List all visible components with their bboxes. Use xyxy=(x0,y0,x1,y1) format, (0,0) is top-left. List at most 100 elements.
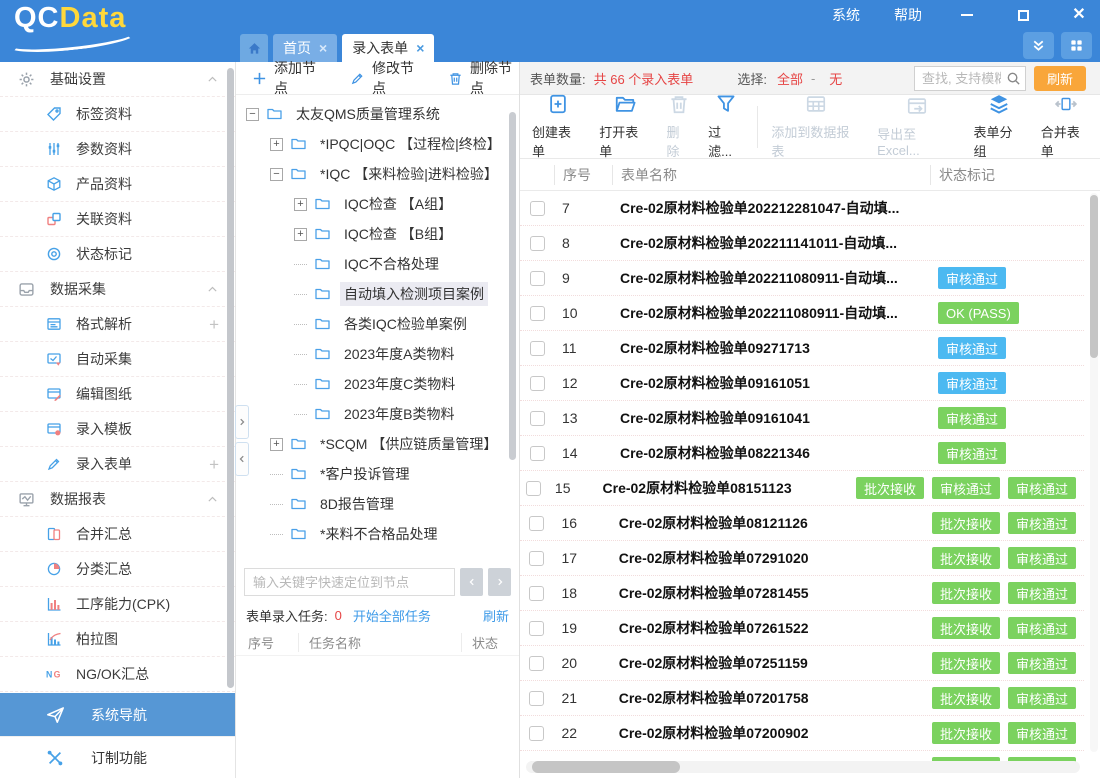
sidebar-item-system-nav[interactable]: 系统导航 xyxy=(0,693,235,736)
collapse-panels-button[interactable] xyxy=(1023,32,1054,59)
collapse-panel-handle[interactable] xyxy=(235,442,249,476)
table-row[interactable]: 13 Cre-02原材料检验单09161041 审核通过 xyxy=(520,401,1084,436)
close-tab-icon[interactable]: × xyxy=(319,41,327,55)
table-row[interactable]: 22 Cre-02原材料检验单07200902 批次接收审核通过 xyxy=(520,716,1084,751)
sidebar-item[interactable]: 录入表单 + xyxy=(0,447,235,482)
tree-node[interactable]: 自动填入检测项目案例 xyxy=(242,279,505,309)
sidebar-item[interactable]: 标签资料 xyxy=(0,97,235,132)
tree-node[interactable]: *客户投诉管理 xyxy=(242,459,505,489)
menu-help[interactable]: 帮助 xyxy=(894,5,922,25)
tree-node[interactable]: + *SCQM 【供应链质量管理】 xyxy=(242,429,505,459)
menu-system[interactable]: 系统 xyxy=(832,5,860,25)
toolbar-button[interactable]: 创建表单 xyxy=(524,93,591,160)
tree-expander[interactable]: + xyxy=(294,228,307,241)
table-row[interactable]: 15 Cre-02原材料检验单08151123 批次接收审核通过审核通过 xyxy=(520,471,1084,506)
row-checkbox[interactable] xyxy=(530,271,545,286)
tree-node[interactable]: 2023年度A类物料 xyxy=(242,339,505,369)
sidebar-item[interactable]: 参数资料 xyxy=(0,132,235,167)
table-row[interactable]: 20 Cre-02原材料检验单07251159 批次接收审核通过 xyxy=(520,646,1084,681)
tree-node[interactable]: − 太友QMS质量管理系统 xyxy=(242,99,505,129)
add-icon[interactable]: + xyxy=(209,316,219,333)
tree-node[interactable]: 各类IQC检验单案例 xyxy=(242,309,505,339)
row-checkbox[interactable] xyxy=(529,691,544,706)
select-all-link[interactable]: 全部 xyxy=(777,69,803,88)
row-checkbox[interactable] xyxy=(530,236,545,251)
chevron-up-icon[interactable] xyxy=(206,73,219,86)
sidebar-section-header[interactable]: 数据采集 xyxy=(0,272,235,307)
row-checkbox[interactable] xyxy=(529,516,544,531)
table-row[interactable]: 11 Cre-02原材料检验单09271713 审核通过 xyxy=(520,331,1084,366)
sidebar-item[interactable]: NG/OK汇总 xyxy=(0,657,235,692)
toolbar-button[interactable]: 过滤... xyxy=(700,93,752,160)
row-checkbox[interactable] xyxy=(530,376,545,391)
expand-panel-handle[interactable] xyxy=(235,405,249,439)
toolbar-button[interactable]: 表单分组 xyxy=(966,93,1033,160)
refresh-button[interactable]: 刷新 xyxy=(1034,66,1086,91)
tree-node[interactable]: 2023年度C类物料 xyxy=(242,369,505,399)
sidebar-item-custom-features[interactable]: 订制功能 xyxy=(0,736,235,778)
tree-expander[interactable]: + xyxy=(270,438,283,451)
edit-node-button[interactable]: 修改节点 xyxy=(350,58,421,98)
close-tab-icon[interactable]: × xyxy=(416,41,424,55)
sidebar-item[interactable]: 格式解析 + xyxy=(0,307,235,342)
next-match-button[interactable] xyxy=(488,568,511,596)
row-checkbox[interactable] xyxy=(530,411,545,426)
row-checkbox[interactable] xyxy=(530,446,545,461)
prev-match-button[interactable] xyxy=(460,568,483,596)
tree-expander[interactable]: − xyxy=(246,108,259,121)
sidebar-item[interactable]: 关联资料 xyxy=(0,202,235,237)
tree-expander[interactable]: + xyxy=(294,198,307,211)
add-icon[interactable]: + xyxy=(209,456,219,473)
tree-node[interactable]: *来料不合格品处理 xyxy=(242,519,505,549)
tree-expander[interactable]: − xyxy=(270,168,283,181)
tree-scrollbar[interactable] xyxy=(509,112,516,460)
table-row[interactable]: 16 Cre-02原材料检验单08121126 批次接收审核通过 xyxy=(520,506,1084,541)
table-row[interactable]: 7 Cre-02原材料检验单202212281047-自动填... xyxy=(520,191,1084,226)
row-checkbox[interactable] xyxy=(530,341,545,356)
sidebar-item[interactable]: 状态标记 xyxy=(0,237,235,272)
chevron-up-icon[interactable] xyxy=(206,493,219,506)
table-row[interactable]: 17 Cre-02原材料检验单07291020 批次接收审核通过 xyxy=(520,541,1084,576)
minimize-button[interactable] xyxy=(956,4,978,26)
tree-node[interactable]: IQC不合格处理 xyxy=(242,249,505,279)
tree-node[interactable]: 8D报告管理 xyxy=(242,489,505,519)
chevron-up-icon[interactable] xyxy=(206,283,219,296)
tree-expander[interactable]: + xyxy=(270,138,283,151)
sidebar-item[interactable]: 合并汇总 xyxy=(0,517,235,552)
sidebar-item[interactable]: 分类汇总 xyxy=(0,552,235,587)
row-checkbox[interactable] xyxy=(529,551,544,566)
table-row[interactable]: 18 Cre-02原材料检验单07281455 批次接收审核通过 xyxy=(520,576,1084,611)
sidebar-item[interactable]: 柏拉图 xyxy=(0,622,235,657)
row-checkbox[interactable] xyxy=(529,621,544,636)
delete-node-button[interactable]: 删除节点 xyxy=(448,58,519,98)
select-none-link[interactable]: 无 xyxy=(829,69,842,88)
tasks-refresh-link[interactable]: 刷新 xyxy=(483,606,509,625)
maximize-button[interactable] xyxy=(1012,4,1034,26)
sidebar-item[interactable]: 工序能力(CPK) xyxy=(0,587,235,622)
search-icon[interactable] xyxy=(1006,71,1021,86)
table-row[interactable]: 12 Cre-02原材料检验单09161051 审核通过 xyxy=(520,366,1084,401)
close-button[interactable]: ✕ xyxy=(1068,4,1090,26)
table-row[interactable]: 8 Cre-02原材料检验单202211141011-自动填... xyxy=(520,226,1084,261)
toolbar-button[interactable]: 打开表单 xyxy=(591,93,658,160)
sidebar-item[interactable]: 自动采集 xyxy=(0,342,235,377)
scrollbar-thumb[interactable] xyxy=(532,761,680,773)
sidebar-item[interactable]: 编辑图纸 xyxy=(0,377,235,412)
scrollbar-thumb[interactable] xyxy=(1090,195,1098,358)
sidebar-scrollbar[interactable] xyxy=(227,68,234,688)
apps-grid-button[interactable] xyxy=(1061,32,1092,59)
row-checkbox[interactable] xyxy=(529,726,544,741)
row-checkbox[interactable] xyxy=(530,306,545,321)
tree-node[interactable]: − *IQC 【来料检验|进料检验】 xyxy=(242,159,505,189)
sidebar-section-header[interactable]: 基础设置 xyxy=(0,62,235,97)
row-checkbox[interactable] xyxy=(526,481,541,496)
sidebar-item[interactable]: 录入模板 xyxy=(0,412,235,447)
sidebar-section-header[interactable]: 数据报表 xyxy=(0,482,235,517)
table-row[interactable]: 21 Cre-02原材料检验单07201758 批次接收审核通过 xyxy=(520,681,1084,716)
row-checkbox[interactable] xyxy=(529,656,544,671)
sidebar-item[interactable]: 产品资料 xyxy=(0,167,235,202)
toolbar-button[interactable]: 合并表单 xyxy=(1033,93,1100,160)
row-checkbox[interactable] xyxy=(529,586,544,601)
table-row[interactable]: 10 Cre-02原材料检验单202211080911-自动填... OK (P… xyxy=(520,296,1084,331)
start-all-tasks-link[interactable]: 开始全部任务 xyxy=(353,606,431,625)
